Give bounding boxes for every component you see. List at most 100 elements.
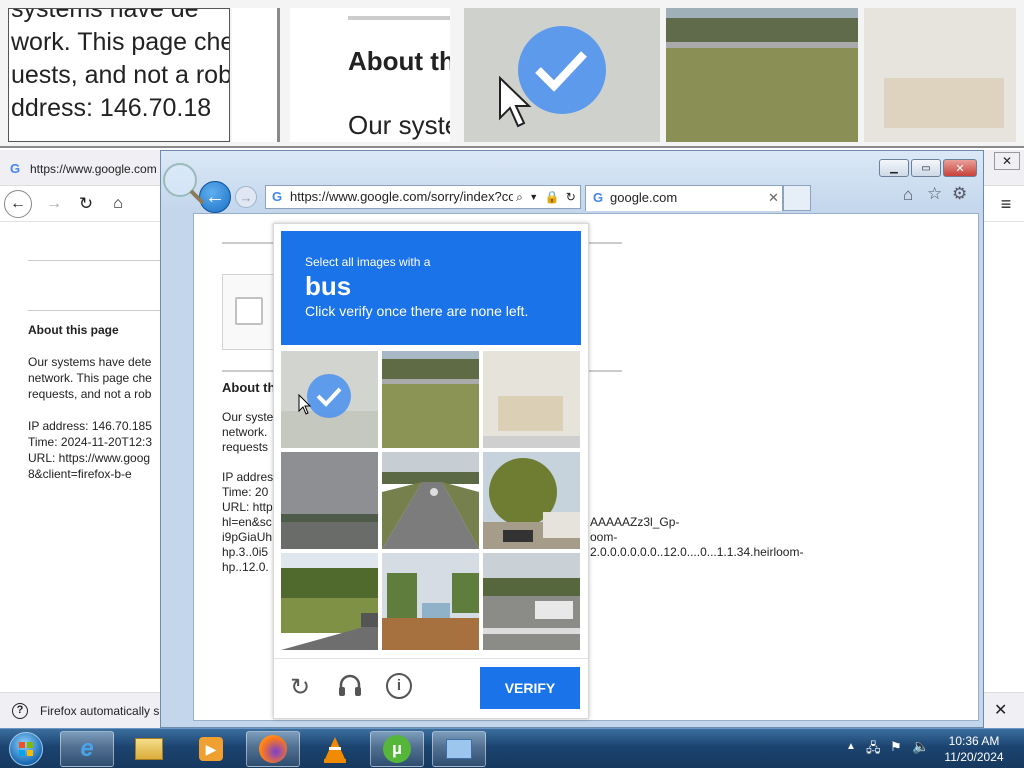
lock-icon[interactable]: 🔒 xyxy=(544,190,559,204)
captcha-tile-1[interactable] xyxy=(281,351,378,448)
recaptcha-checkbox[interactable] xyxy=(235,297,263,325)
captcha-tile-3[interactable] xyxy=(483,351,580,448)
url-text: hl=en&sc xyxy=(222,515,272,529)
zoom-tile-truck xyxy=(864,8,1016,142)
address-tools: ⌕ ▼ 🔒 ↻ xyxy=(513,186,579,208)
dropdown-icon[interactable]: ▼ xyxy=(529,192,538,202)
captcha-instruction: Select all images with a xyxy=(305,255,431,269)
ip-address: IP address: 146.70.185 xyxy=(28,419,152,433)
taskbar-utorrent-icon[interactable]: µ xyxy=(370,731,424,767)
captcha-tile-9[interactable] xyxy=(483,553,580,650)
help-icon: ? xyxy=(12,703,28,719)
home-icon[interactable]: ⌂ xyxy=(903,185,913,205)
magnifier-strip: systems have de work. This page che uest… xyxy=(0,0,1024,148)
reload-icon[interactable]: ↻ xyxy=(72,190,100,218)
close-notification-icon[interactable]: ✕ xyxy=(994,693,1007,729)
page-text: Our systems have dete xyxy=(28,355,152,369)
taskbar-vlc-icon[interactable] xyxy=(308,731,362,767)
captcha-target: bus xyxy=(305,271,352,301)
address-text: https://www.google.com/sorry/index?cor xyxy=(290,189,520,204)
url-text: 8&client=firefox-b-e xyxy=(28,467,132,481)
google-favicon-icon: G xyxy=(593,190,604,205)
zoom-line: ddress: 146.70.18 xyxy=(11,94,212,122)
captcha-tile-8[interactable] xyxy=(382,553,479,650)
minimize-button[interactable]: ▁ xyxy=(879,159,909,177)
taskbar-media-player-icon[interactable]: ▶ xyxy=(184,731,238,767)
zoom-text: Our syste xyxy=(348,110,450,140)
captcha-footer: ↻ i VERIFY xyxy=(274,658,588,718)
captcha-header: Select all images with a bus Click verif… xyxy=(281,231,581,345)
taskbar-explorer-icon[interactable] xyxy=(122,731,176,767)
windows-logo-icon xyxy=(9,732,43,766)
firefox-page-content: About this page Our systems have dete ne… xyxy=(28,322,168,482)
page-text: requests, and not a rob xyxy=(28,387,152,401)
page-text: requests xyxy=(222,440,269,454)
network-tray-icon[interactable]: 🖧 xyxy=(866,739,881,761)
volume-icon[interactable]: 🔈 xyxy=(912,738,929,755)
ip-address: IP addres xyxy=(222,470,274,484)
url-text: hp.3..0i5 xyxy=(222,545,269,559)
url-text: i9pGiaUh xyxy=(222,530,273,544)
google-favicon-icon: G xyxy=(10,161,21,176)
audio-challenge-icon[interactable] xyxy=(336,671,364,704)
menu-icon[interactable]: ≡ xyxy=(992,190,1020,218)
captcha-tile-6[interactable] xyxy=(483,452,580,549)
tab-google[interactable]: G google.com ✕ xyxy=(585,185,783,211)
info-icon[interactable]: i xyxy=(386,673,412,699)
url-text: hp..12.0. xyxy=(222,560,269,574)
time-text: Time: 20 xyxy=(222,485,269,499)
captcha-tile-5[interactable] xyxy=(382,452,479,549)
taskbar-network-icon[interactable] xyxy=(432,731,486,767)
captcha-tile-7[interactable] xyxy=(281,553,378,650)
page-heading: About this page xyxy=(28,323,119,337)
new-tab-button[interactable] xyxy=(783,185,811,211)
firefox-tab[interactable]: G https://www.google.com xyxy=(0,154,168,184)
verify-button[interactable]: VERIFY xyxy=(480,667,580,709)
mouse-cursor-icon xyxy=(298,393,312,421)
show-hidden-icons-icon[interactable]: ▲ xyxy=(846,741,856,752)
back-arrow-icon[interactable]: ← xyxy=(4,190,32,218)
time-text: Time: 2024-11-20T12:3 xyxy=(28,435,153,449)
firefox-tab-title: https://www.google.com xyxy=(30,162,157,176)
url-text: AAAAAZz3l_Gp- xyxy=(590,515,680,529)
refresh-icon[interactable]: ↻ xyxy=(566,190,576,204)
page-heading: About th xyxy=(222,380,276,395)
zoom-divider xyxy=(232,8,280,142)
page-text: network. This page che xyxy=(28,371,152,385)
page-text: Our syste xyxy=(222,410,274,424)
zoom-line: uests, and not a rob xyxy=(11,61,230,89)
favorites-star-icon[interactable]: ☆ xyxy=(927,184,942,204)
forward-arrow-icon[interactable]: → xyxy=(40,190,68,218)
settings-gear-icon[interactable]: ⚙ xyxy=(952,184,967,204)
action-center-flag-icon[interactable]: ⚑ xyxy=(890,739,902,755)
url-text: URL: http xyxy=(222,500,273,514)
url-text: URL: https://www.goog xyxy=(28,451,151,465)
forward-button[interactable]: → xyxy=(235,186,257,208)
clock[interactable]: 10:36 AM 11/20/2024 xyxy=(936,733,1012,765)
taskbar: e ▶ µ ▲ 🖧 ⚑ 🔈 10:36 AM 11/20/2024 xyxy=(0,728,1024,768)
page-text: network. xyxy=(222,425,268,439)
reload-challenge-icon[interactable]: ↻ xyxy=(290,673,310,702)
search-icon[interactable]: ⌕ xyxy=(516,190,523,205)
captcha-subtext: Click verify once there are none left. xyxy=(305,303,529,319)
taskbar-ie-icon[interactable]: e xyxy=(60,731,114,767)
url-text: 2.0.0.0.0.0.0..12.0....0...1.1.34.heirlo… xyxy=(590,545,804,559)
home-icon[interactable]: ⌂ xyxy=(104,190,132,218)
magnifier-lens-icon xyxy=(160,160,205,205)
start-button[interactable] xyxy=(4,730,48,768)
zoom-tile-road xyxy=(666,8,858,142)
clock-time: 10:36 AM xyxy=(948,734,1000,748)
close-button[interactable]: ✕ xyxy=(943,159,977,177)
zoom-line: work. This page che xyxy=(11,28,230,56)
close-tab-icon[interactable]: ✕ xyxy=(768,186,779,210)
captcha-tile-2[interactable] xyxy=(382,351,479,448)
maximize-button[interactable]: ▭ xyxy=(911,159,941,177)
captcha-challenge: Select all images with a bus Click verif… xyxy=(273,223,589,719)
zoom-tile-selected xyxy=(464,8,660,142)
firefox-close-window-icon[interactable]: ✕ xyxy=(994,152,1020,170)
tab-title: google.com xyxy=(610,190,678,205)
captcha-tile-4[interactable] xyxy=(281,452,378,549)
captcha-grid xyxy=(281,351,581,651)
zoom-heading: About th xyxy=(348,46,450,76)
taskbar-firefox-icon[interactable] xyxy=(246,731,300,767)
